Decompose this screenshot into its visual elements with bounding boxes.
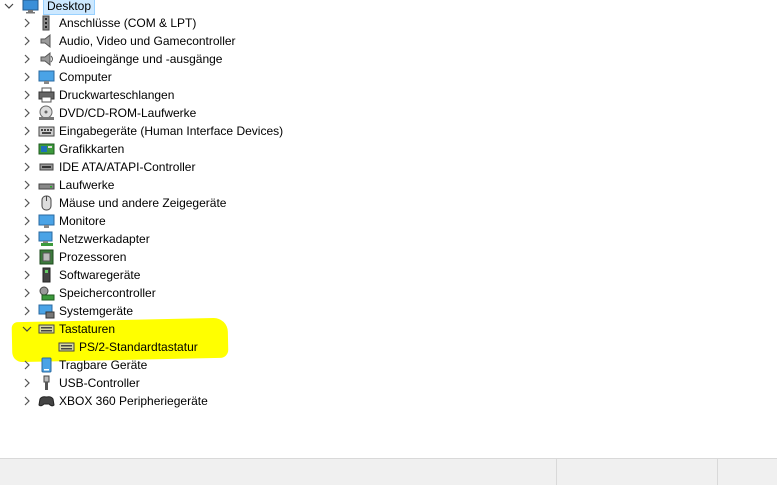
tree-item-system-devices[interactable]: Systemgeräte (22, 302, 133, 320)
processor-icon (38, 249, 55, 265)
status-bar-segment (557, 459, 718, 485)
chevron-right-icon[interactable] (22, 180, 32, 190)
chevron-down-icon[interactable] (22, 324, 32, 334)
mouse-icon (38, 195, 55, 211)
tree-item-software-devices[interactable]: Softwaregeräte (22, 266, 140, 284)
tree-item-label: Tragbare Geräte (59, 358, 148, 372)
tree-root-desktop[interactable]: Desktop (4, 0, 96, 15)
monitor-icon (38, 69, 55, 85)
tree-root-label: Desktop (43, 0, 96, 15)
chevron-right-icon[interactable] (22, 144, 32, 154)
tree-item-monitors[interactable]: Monitore (22, 212, 106, 230)
chevron-right-icon[interactable] (22, 396, 32, 406)
tree-item-label: Audioeingänge und -ausgänge (59, 52, 223, 66)
speaker-icon (38, 33, 55, 49)
chevron-right-icon[interactable] (22, 252, 32, 262)
tree-item-ps2-keyboard[interactable]: PS/2-Standardtastatur (42, 338, 198, 356)
tree-item-portable-devices[interactable]: Tragbare Geräte (22, 356, 147, 374)
tree-item-label: Eingabegeräte (Human Interface Devices) (59, 124, 284, 138)
tree-item-label: Anschlüsse (COM & LPT) (59, 16, 197, 30)
chevron-right-icon[interactable] (22, 108, 32, 118)
tree-item-computer[interactable]: Computer (22, 68, 112, 86)
tree-item-xbox[interactable]: XBOX 360 Peripheriegeräte (22, 392, 208, 410)
tree-item-label: Tastaturen (59, 322, 116, 336)
tree-item-label: PS/2-Standardtastatur (79, 340, 198, 354)
keyboard-icon (38, 321, 55, 337)
disc-drive-icon (38, 105, 55, 121)
drive-icon (38, 177, 55, 193)
tree-item-usb[interactable]: USB-Controller (22, 374, 140, 392)
status-bar (0, 458, 777, 485)
chevron-right-icon[interactable] (22, 198, 32, 208)
chevron-right-icon[interactable] (22, 72, 32, 82)
tree-item-label: Mäuse und andere Zeigegeräte (59, 196, 227, 210)
graphics-card-icon (38, 141, 55, 157)
tree-item-label: USB-Controller (59, 376, 140, 390)
hid-icon (38, 123, 55, 139)
tree-item-network[interactable]: Netzwerkadapter (22, 230, 150, 248)
tree-item-label: Netzwerkadapter (59, 232, 150, 246)
monitor-icon (38, 213, 55, 229)
chevron-right-icon[interactable] (22, 306, 32, 316)
tree-item-hid[interactable]: Eingabegeräte (Human Interface Devices) (22, 122, 283, 140)
tree-item-label: Audio, Video und Gamecontroller (59, 34, 236, 48)
tree-item-label: Systemgeräte (59, 304, 134, 318)
software-device-icon (38, 267, 55, 283)
printer-icon (38, 87, 55, 103)
tree-item-label: Computer (59, 70, 112, 84)
tree-item-label: Laufwerke (59, 178, 115, 192)
tree-item-mice[interactable]: Mäuse und andere Zeigegeräte (22, 194, 226, 212)
tree-item-dvd[interactable]: DVD/CD-ROM-Laufwerke (22, 104, 196, 122)
chevron-right-icon[interactable] (22, 270, 32, 280)
tree-item-graphics[interactable]: Grafikkarten (22, 140, 124, 158)
chevron-right-icon[interactable] (22, 36, 32, 46)
chevron-right-icon[interactable] (22, 126, 32, 136)
chevron-down-icon[interactable] (4, 1, 14, 11)
storage-controller-icon (38, 285, 55, 301)
chevron-right-icon[interactable] (22, 234, 32, 244)
tree-item-print-queues[interactable]: Druckwarteschlangen (22, 86, 174, 104)
tree-item-keyboards[interactable]: Tastaturen (22, 320, 115, 338)
ide-controller-icon (38, 159, 55, 175)
tree-item-label: XBOX 360 Peripheriegeräte (59, 394, 208, 408)
tree-item-label: Speichercontroller (59, 286, 156, 300)
chevron-right-icon[interactable] (22, 162, 32, 172)
tree-item-audio-io[interactable]: Audioeingänge und -ausgänge (22, 50, 222, 68)
portable-device-icon (38, 357, 55, 373)
chevron-right-icon[interactable] (22, 18, 32, 28)
chevron-right-icon[interactable] (22, 216, 32, 226)
audio-io-icon (38, 51, 55, 67)
keyboard-icon (58, 339, 75, 355)
tree-item-label: Prozessoren (59, 250, 127, 264)
tree-item-anschluesse[interactable]: Anschlüsse (COM & LPT) (22, 14, 196, 32)
tree-item-processors[interactable]: Prozessoren (22, 248, 126, 266)
tree-item-storage-controller[interactable]: Speichercontroller (22, 284, 156, 302)
chevron-right-icon[interactable] (22, 360, 32, 370)
tree-item-label: Softwaregeräte (59, 268, 141, 282)
tree-item-label: DVD/CD-ROM-Laufwerke (59, 106, 197, 120)
chevron-right-icon[interactable] (22, 378, 32, 388)
chevron-right-icon[interactable] (22, 54, 32, 64)
usb-icon (38, 375, 55, 391)
tree-item-label: IDE ATA/ATAPI-Controller (59, 160, 196, 174)
chevron-right-icon[interactable] (22, 90, 32, 100)
desktop-icon (22, 0, 39, 14)
tree-item-drives[interactable]: Laufwerke (22, 176, 114, 194)
status-bar-segment (0, 459, 557, 485)
tree-item-ide[interactable]: IDE ATA/ATAPI-Controller (22, 158, 195, 176)
tree-item-audio-video[interactable]: Audio, Video und Gamecontroller (22, 32, 236, 50)
tree-item-label: Grafikkarten (59, 142, 125, 156)
tree-item-label: Druckwarteschlangen (59, 88, 175, 102)
system-device-icon (38, 303, 55, 319)
tree-item-label: Monitore (59, 214, 106, 228)
chevron-right-icon[interactable] (22, 288, 32, 298)
port-icon (38, 15, 55, 31)
network-adapter-icon (38, 231, 55, 247)
gamepad-icon (38, 393, 55, 409)
